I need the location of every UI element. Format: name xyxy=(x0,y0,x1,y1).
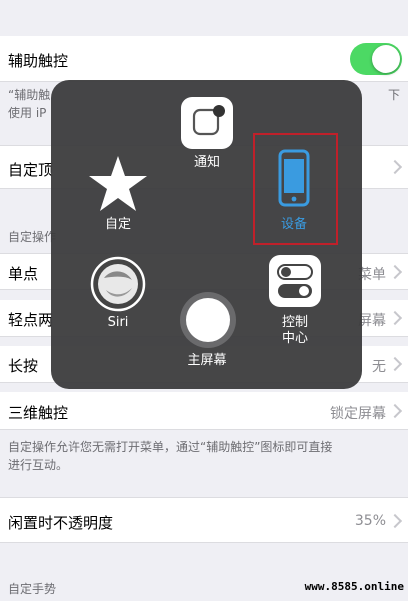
notification-icon xyxy=(181,97,233,149)
control-center-button[interactable] xyxy=(268,254,322,308)
force-touch-row[interactable]: 三维触控 锁定屏幕 xyxy=(0,392,408,430)
assistive-touch-footnote: “辅助触 使用 iP xyxy=(8,88,51,120)
idle-opacity-label: 闲置时不透明度 xyxy=(8,514,114,532)
custom-label: 自定 xyxy=(104,217,131,232)
customize-top-menu-label: 自定顶 xyxy=(8,161,54,179)
home-label: 主屏幕 xyxy=(187,353,227,368)
force-touch-label: 三维触控 xyxy=(8,404,69,422)
assistive-touch-label: 辅助触控 xyxy=(8,52,69,70)
notification-label: 通知 xyxy=(193,155,220,170)
custom-actions-footnote: 自定操作允许您无需打开菜单，通过“辅助触控”图标即可直接 进行互动。 xyxy=(8,440,333,472)
home-icon xyxy=(180,292,236,348)
idle-opacity-value: 35% xyxy=(354,513,386,529)
force-touch-value: 锁定屏幕 xyxy=(330,406,386,422)
chevron-right-icon xyxy=(387,356,403,372)
double-tap-label: 轻点两 xyxy=(8,311,54,329)
device-button[interactable] xyxy=(277,149,311,207)
siri-button[interactable] xyxy=(90,256,146,312)
chevron-right-icon xyxy=(387,159,403,175)
assistive-touch-footnote-right: 下 xyxy=(388,88,401,102)
chevron-right-icon xyxy=(387,310,403,326)
chevron-right-icon xyxy=(387,403,403,419)
assistive-touch-toggle[interactable] xyxy=(350,43,402,75)
custom-button[interactable] xyxy=(86,154,150,214)
star-icon xyxy=(89,156,147,211)
control-center-icon xyxy=(269,255,321,307)
single-tap-label: 单点 xyxy=(8,265,39,283)
home-button[interactable] xyxy=(178,290,238,350)
chevron-right-icon xyxy=(387,513,403,529)
long-press-label: 长按 xyxy=(8,357,39,375)
toggle-knob xyxy=(372,45,400,73)
assistive-touch-row: 辅助触控 xyxy=(0,36,408,82)
device-label: 设备 xyxy=(280,217,307,232)
section-custom-gestures: 自定手势 xyxy=(8,582,57,596)
chevron-right-icon xyxy=(387,264,403,280)
section-custom-actions: 自定操作 xyxy=(8,230,57,244)
watermark-text: www.8585.online xyxy=(304,580,404,593)
siri-icon xyxy=(90,256,146,312)
long-press-value: 无 xyxy=(372,359,386,375)
iphone-icon xyxy=(278,149,310,207)
siri-label: Siri xyxy=(107,315,129,330)
idle-opacity-row[interactable]: 闲置时不透明度 35% xyxy=(0,497,408,543)
double-tap-value: 屏幕 xyxy=(358,313,386,329)
control-center-label: 控制 中心 xyxy=(281,315,308,346)
single-tap-value: 菜单 xyxy=(358,267,386,283)
